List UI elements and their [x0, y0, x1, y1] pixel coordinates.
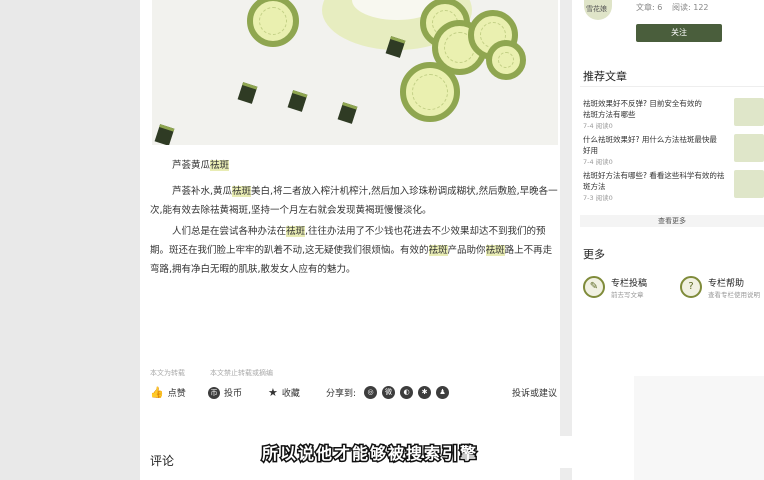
qzone-share-icon[interactable]: ✱ — [418, 386, 432, 399]
video-subtitle: 所以说他才能够被搜索引擎 — [260, 443, 479, 465]
follow-button[interactable]: 关注 — [636, 24, 722, 42]
star-icon: ★ — [268, 386, 278, 399]
recommend-item[interactable]: 什么祛斑效果好? 用什么方法祛斑最快最 好用 7-4 阅读0 — [583, 134, 733, 166]
author-read-count: 阅读: 122 — [672, 3, 709, 12]
repost-notice: 本文为转载 — [150, 369, 185, 377]
article-hero-image — [152, 0, 558, 145]
recommend-item[interactable]: 祛斑效果好不反弹? 目前安全有效的 祛斑方法有哪些 7-4 阅读0 — [583, 98, 733, 130]
cucumber-slice — [247, 0, 299, 47]
cucumber-cube — [237, 82, 258, 104]
copyright-notice: 本文禁止转载或摘编 — [210, 369, 273, 377]
recommend-thumbnail[interactable] — [734, 98, 764, 126]
recommend-thumbnail[interactable] — [734, 134, 764, 162]
report-link[interactable]: 投诉或建议 — [512, 386, 557, 399]
article-paragraph-1: 芦荟补水,黄瓜祛斑美白,将二者放入榨汁机榨汁,然后加入珍珠粉调成糊状,然后敷脸,… — [150, 186, 558, 216]
like-button[interactable]: 👍 点赞 — [150, 386, 186, 399]
pen-icon: ✎ — [583, 276, 605, 298]
article-subheading: 芦荟黄瓜祛斑 — [172, 160, 230, 171]
coin-button[interactable]: 币投币 — [208, 386, 242, 399]
wechat-share-icon[interactable]: ◐ — [400, 386, 414, 399]
cucumber-slice — [486, 40, 526, 80]
article-paragraph-2: 人们总是在尝试各种办法在祛斑,往往办法用了不少钱也花进去不少效果却达不到我们的预… — [150, 226, 553, 275]
thumbs-up-icon: 👍 — [150, 386, 164, 399]
more-section-title: 更多 — [583, 248, 605, 261]
recommend-item[interactable]: 祛斑好方法有哪些? 看看这些科学有效的祛 斑方法 7-3 阅读0 — [583, 170, 733, 202]
left-margin — [0, 0, 140, 480]
question-icon: ? — [680, 276, 702, 298]
comments-title: 评论 — [150, 454, 175, 468]
share-bar: 分享到: ◎ 微 ◐ ✱ ♟ — [326, 386, 450, 399]
qq-share-icon[interactable]: ♟ — [436, 386, 450, 399]
author-article-count: 文章: 6 — [636, 3, 663, 12]
recommend-title: 推荐文章 — [583, 70, 627, 83]
cucumber-cube — [154, 124, 175, 145]
author-name[interactable]: 雪花娘 — [586, 4, 607, 14]
coin-icon: 币 — [208, 386, 220, 399]
cucumber-cube — [337, 102, 358, 124]
weibo-share-icon[interactable]: 微 — [382, 386, 396, 399]
divider — [580, 86, 764, 87]
space-share-icon[interactable]: ◎ — [364, 386, 378, 399]
cucumber-cube — [287, 90, 308, 112]
contribute-link[interactable]: ✎ 专栏投稿 前去写文章 — [583, 276, 647, 299]
background-panel — [634, 376, 764, 480]
help-link[interactable]: ? 专栏帮助 查看专栏使用说明 — [680, 276, 760, 299]
view-more-button[interactable]: 查看更多 — [580, 215, 764, 227]
recommend-thumbnail[interactable] — [734, 170, 764, 198]
favorite-button[interactable]: ★ 收藏 — [268, 386, 300, 399]
